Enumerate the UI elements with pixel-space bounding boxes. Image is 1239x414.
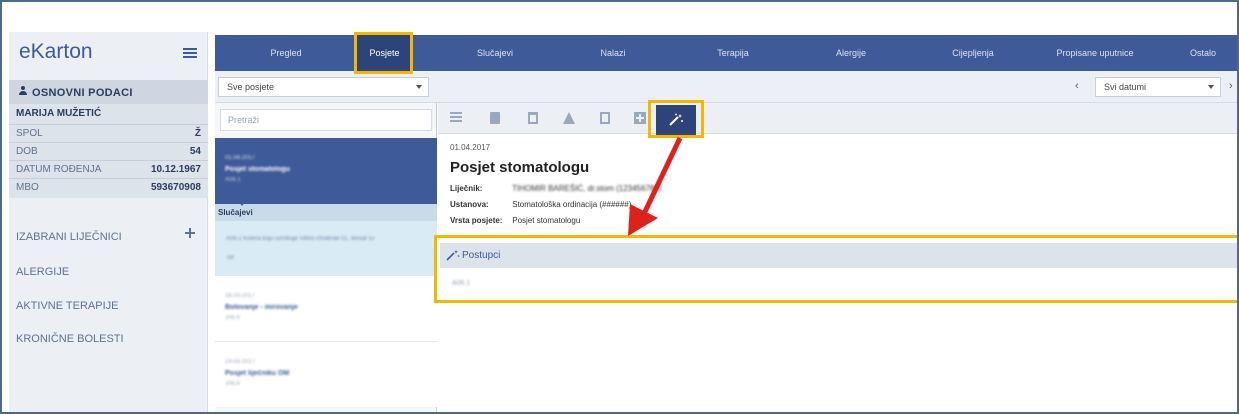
app-logo: eKarton <box>19 40 93 63</box>
field-value: Posjet stomatologu <box>512 216 581 225</box>
left-panel: eKarton OSNOVNI PODACI MARIJA MUŽETIĆ SP… <box>9 32 208 412</box>
visit-title: Posjet stomatologu <box>225 166 290 173</box>
tab-visits[interactable]: Posjete <box>357 35 412 71</box>
procedure-code: A06.1 <box>452 280 471 287</box>
tab-other[interactable]: Ostalo <box>1165 35 1237 71</box>
info-label: DATUM ROĐENJA <box>16 164 102 175</box>
field-label: Liječnik: <box>450 184 483 193</box>
user-icon <box>18 86 28 96</box>
list-icon[interactable] <box>450 112 462 124</box>
info-label: MBO <box>16 182 39 193</box>
visit-item-active[interactable]: 01.04.2017 Posjet stomatologu A06.1 <box>215 138 437 204</box>
patient-name: MARIJA MUŽETIĆ <box>16 108 102 119</box>
cases-header[interactable]: Slučajevi <box>215 202 437 221</box>
visit-date: 14.03.2017 <box>225 359 256 365</box>
visit-item[interactable]: 14.03.2017 Posjet liječniku OM J06.9 <box>215 341 437 407</box>
visit-date: 28.03.2017 <box>225 293 256 299</box>
info-label: DOB <box>16 146 38 157</box>
app-frame: eKarton OSNOVNI PODACI MARIJA MUŽETIĆ SP… <box>0 0 1239 414</box>
search-input[interactable]: Pretraži <box>220 109 432 131</box>
next-date-arrow-icon[interactable]: › <box>1229 80 1233 92</box>
chevron-down-icon <box>1208 85 1214 89</box>
visit-detail: 01.04.2017 Posjet stomatologu Liječnik: … <box>438 103 1237 412</box>
visit-code: A06.1 <box>225 177 241 183</box>
detail-row-visit-type: Vrsta posjete: Posjet stomatologu <box>450 216 580 225</box>
case-text: A06.1 Kolera koju uzrokuje Vibrio choler… <box>226 236 375 242</box>
book-icon[interactable] <box>490 112 500 124</box>
basic-info-section: OSNOVNI PODACI MARIJA MUŽETIĆ SPOL Ž DOB… <box>9 80 208 164</box>
tab-therapy[interactable]: Terapija <box>683 35 783 71</box>
visit-list: Pretraži 01.04.2017 Posjet stomatologu A… <box>215 103 437 412</box>
visit-date: 01.04.2017 <box>225 155 256 161</box>
visit-code: J06.9 <box>225 315 240 321</box>
basic-info-header[interactable]: OSNOVNI PODACI <box>9 80 208 104</box>
cases-label: Slučajevi <box>218 208 253 217</box>
case-text-2: Tor <box>226 255 235 261</box>
info-row-sex: SPOL Ž <box>9 124 208 141</box>
info-value: 10.12.1967 <box>150 164 201 175</box>
procedures-section-header[interactable]: Postupci <box>440 243 1237 268</box>
add-square-icon[interactable] <box>634 112 646 124</box>
copy-icon[interactable] <box>600 112 610 124</box>
magic-wand-icon <box>669 113 683 126</box>
visit-detail-date: 01.04.2017 <box>450 143 491 152</box>
tab-cases[interactable]: Slučajevi <box>445 35 545 71</box>
visit-filter-value: Sve posjete <box>227 82 275 92</box>
detail-toolbar <box>438 103 1237 135</box>
hamburger-menu-icon[interactable] <box>183 48 197 58</box>
sidebar-item-chosen-doctors[interactable]: IZABRANI LIJEČNICI <box>16 231 122 243</box>
tab-overview[interactable]: Pregled <box>215 35 357 71</box>
visit-item[interactable]: 28.03.2017 Bolovanje - mirovanje J06.9 <box>215 275 437 341</box>
magic-wand-icon <box>446 250 460 261</box>
info-row-mbo: MBO 593670908 <box>9 178 208 195</box>
visit-code: J06.9 <box>225 381 240 387</box>
info-value: Ž <box>194 128 201 139</box>
info-extra: DATUM ROĐENJA 10.12.1967 MBO 593670908 <box>9 160 208 198</box>
visit-detail-title: Posjet stomatologu <box>450 159 590 176</box>
sidebar-item-active-therapies[interactable]: AKTIVNE TERAPIJE <box>16 300 119 312</box>
tab-vaccinations[interactable]: Cijepljenja <box>923 35 1023 71</box>
info-row-birthdate: DATUM ROĐENJA 10.12.1967 <box>9 160 208 177</box>
info-row-age: DOB 54 <box>9 142 208 159</box>
info-value: 593670908 <box>150 182 201 193</box>
add-doctor-plus-icon[interactable] <box>185 228 195 238</box>
sidebar-item-allergies[interactable]: ALERGIJE <box>16 266 69 278</box>
caret-down-icon <box>239 202 245 206</box>
chevron-down-icon <box>416 85 422 89</box>
detail-row-institution: Ustanova: Stomatološka ordinacija (#####… <box>450 200 631 209</box>
info-label: SPOL <box>16 128 43 139</box>
basic-info-title: OSNOVNI PODACI <box>32 87 133 99</box>
procedures-wand-button[interactable] <box>656 105 696 135</box>
date-filter-value: Svi datumi <box>1104 82 1147 92</box>
tab-findings[interactable]: Nalazi <box>563 35 663 71</box>
tab-allergies[interactable]: Alergije <box>801 35 901 71</box>
procedures-label: Postupci <box>462 250 501 261</box>
field-label: Vrsta posjete: <box>450 216 503 225</box>
field-value: Stomatološka ordinacija (######) <box>512 200 632 209</box>
field-label: Ustanova: <box>450 200 489 209</box>
visit-title: Posjet liječniku OM <box>225 370 290 377</box>
sidebar-item-chronic-diseases[interactable]: KRONIČNE BOLESTI <box>16 333 124 345</box>
lab-flask-icon[interactable] <box>563 112 575 124</box>
document-icon[interactable] <box>528 112 538 124</box>
visit-title: Bolovanje - mirovanje <box>225 304 298 311</box>
date-filter-select[interactable]: Svi datumi <box>1095 77 1221 97</box>
case-item[interactable]: A06.1 Kolera koju uzrokuje Vibrio choler… <box>215 221 437 275</box>
tab-referrals[interactable]: Propisane uputnice <box>1035 35 1155 71</box>
prev-date-arrow-icon[interactable]: ‹ <box>1075 80 1079 92</box>
filter-bar: Sve posjete ‹ Svi datumi › <box>215 71 1237 103</box>
visit-filter-select[interactable]: Sve posjete <box>218 77 429 97</box>
top-nav: Pregled Posjete Slučajevi Nalazi Terapij… <box>215 35 1237 71</box>
red-arrow-icon <box>628 136 683 236</box>
info-value: 54 <box>189 146 201 157</box>
